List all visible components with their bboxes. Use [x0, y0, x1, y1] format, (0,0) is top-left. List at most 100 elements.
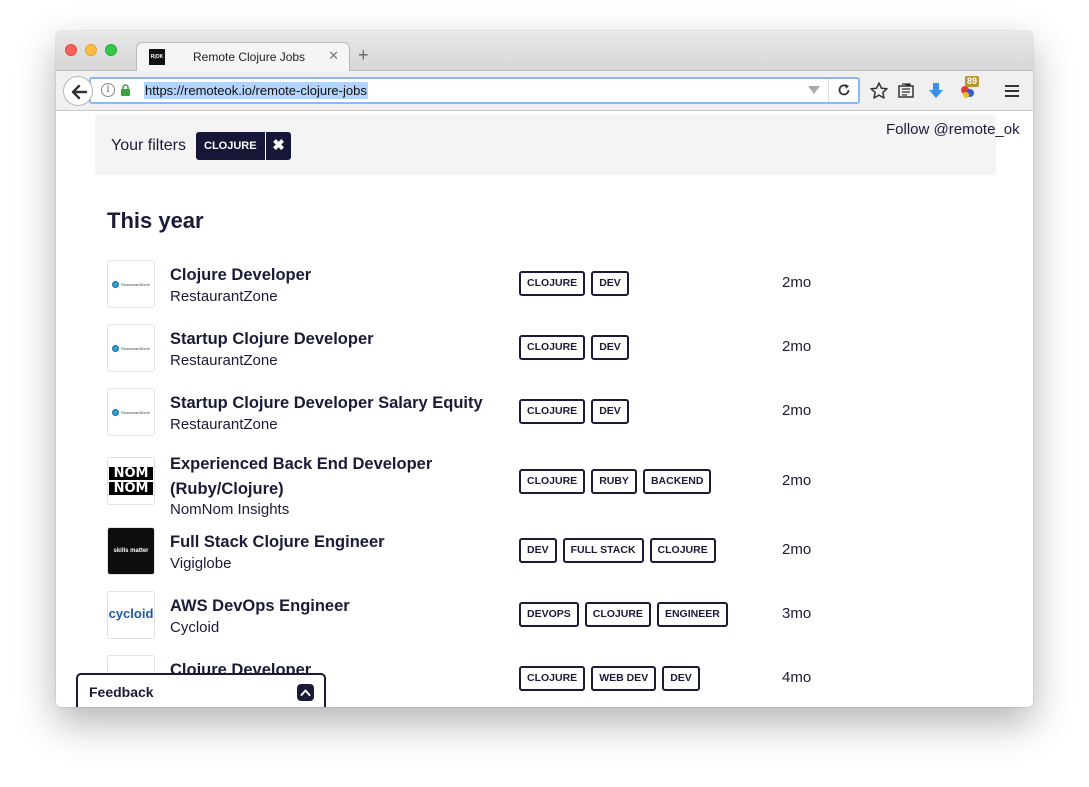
- job-title[interactable]: AWS DevOps Engineer: [170, 594, 500, 619]
- reload-button[interactable]: [828, 79, 858, 102]
- reload-icon: [838, 84, 850, 96]
- job-company[interactable]: RestaurantZone: [170, 352, 278, 369]
- window-close-button[interactable]: [65, 44, 77, 56]
- tag[interactable]: DEV: [519, 538, 557, 563]
- download-icon[interactable]: [926, 81, 946, 101]
- tag[interactable]: DEV: [662, 666, 700, 691]
- tag[interactable]: ENGINEER: [656, 602, 728, 627]
- window-minimize-button[interactable]: [85, 44, 97, 56]
- remove-filter-icon[interactable]: ✖: [266, 132, 291, 160]
- job-age: 2mo: [782, 402, 812, 419]
- job-title[interactable]: Experienced Back End Developer (Ruby/Clo…: [170, 452, 500, 502]
- logo-text: RestaurantZone: [121, 345, 150, 351]
- menu-hamburger-icon[interactable]: [1002, 81, 1022, 101]
- job-title[interactable]: Clojure Developer: [170, 263, 500, 288]
- job-tags: CLOJURE RUBY BACKEND: [519, 469, 712, 494]
- tag[interactable]: DEV: [591, 399, 629, 424]
- section-title: This year: [107, 208, 204, 233]
- job-row[interactable]: skills matter Full Stack Clojure Enginee…: [107, 527, 967, 587]
- tag[interactable]: CLOJURE: [519, 335, 586, 360]
- job-tags: DEV FULL STACK CLOJURE: [519, 538, 716, 563]
- job-age: 2mo: [782, 472, 812, 489]
- filters-bar: Your filters CLOJURE ✖: [95, 115, 996, 175]
- job-tags: DEVOPS CLOJURE ENGINEER: [519, 602, 728, 627]
- logo-text: RestaurantZone: [121, 281, 150, 287]
- restaurantzone-logo-icon: [112, 408, 120, 416]
- tag[interactable]: DEV: [591, 271, 629, 296]
- feedback-label: Feedback: [89, 684, 154, 700]
- tag[interactable]: DEVOPS: [519, 602, 579, 627]
- job-title[interactable]: Startup Clojure Developer: [170, 327, 500, 352]
- job-company[interactable]: RestaurantZone: [170, 416, 278, 433]
- job-company[interactable]: RestaurantZone: [170, 288, 278, 305]
- feedback-expand-button[interactable]: [297, 684, 314, 701]
- job-tags: CLOJURE WEB DEV DEV: [519, 666, 700, 691]
- job-age: 2mo: [782, 338, 812, 355]
- filters-label: Your filters: [111, 137, 186, 154]
- skills-matter-logo: skills matter: [108, 528, 154, 574]
- url-text[interactable]: https://remoteok.io/remote-clojure-jobs: [144, 82, 368, 99]
- url-bar[interactable]: i https://remoteok.io/remote-clojure-job…: [89, 77, 860, 104]
- info-icon[interactable]: i: [101, 83, 115, 97]
- logo-text: skills matter: [113, 548, 149, 554]
- cycloid-logo: cycloid: [108, 592, 154, 638]
- tab-strip: R|OK Remote Clojure Jobs ✕ +: [56, 31, 1033, 72]
- company-logo: RestaurantZone: [107, 260, 155, 308]
- logo-text: cycloid: [108, 605, 154, 621]
- job-title[interactable]: Startup Clojure Developer Salary Equity: [170, 391, 500, 416]
- tag[interactable]: CLOJURE: [519, 271, 586, 296]
- filter-chip-clojure[interactable]: CLOJURE: [196, 132, 265, 160]
- job-title[interactable]: Full Stack Clojure Engineer: [170, 530, 500, 555]
- job-row[interactable]: cycloid AWS DevOps Engineer Cycloid DEVO…: [107, 591, 967, 651]
- browser-tab[interactable]: R|OK Remote Clojure Jobs ✕: [136, 42, 350, 72]
- tab-favicon-icon: R|OK: [149, 49, 165, 65]
- job-tags: CLOJURE DEV: [519, 399, 629, 424]
- window-maximize-button[interactable]: [105, 44, 117, 56]
- company-logo: cycloid: [107, 591, 155, 639]
- tag[interactable]: BACKEND: [642, 469, 712, 494]
- tab-close-icon[interactable]: ✕: [328, 48, 339, 64]
- company-logo: RestaurantZone: [107, 324, 155, 372]
- job-age: 4mo: [782, 669, 812, 686]
- tag[interactable]: FULL STACK: [562, 538, 644, 563]
- browser-window: R|OK Remote Clojure Jobs ✕ + i https://r…: [56, 31, 1033, 707]
- job-company[interactable]: Cycloid: [170, 619, 219, 636]
- tab-title: Remote Clojure Jobs: [193, 50, 306, 64]
- job-row[interactable]: NOM NOM Experienced Back End Developer (R…: [107, 455, 967, 521]
- nav-toolbar: i https://remoteok.io/remote-clojure-job…: [56, 71, 1033, 111]
- job-company[interactable]: NomNom Insights: [170, 501, 289, 518]
- tag[interactable]: CLOJURE: [519, 469, 586, 494]
- url-dropdown-icon[interactable]: [808, 86, 820, 94]
- feedback-widget[interactable]: Feedback: [76, 673, 326, 707]
- job-row[interactable]: RestaurantZone Startup Clojure Developer…: [107, 324, 967, 384]
- nomnom-logo: NOM NOM: [108, 458, 154, 504]
- job-tags: CLOJURE DEV: [519, 271, 629, 296]
- tag[interactable]: CLOJURE: [519, 399, 586, 424]
- lock-icon: [121, 84, 130, 96]
- reading-list-icon[interactable]: [896, 81, 916, 101]
- tag[interactable]: CLOJURE: [584, 602, 651, 627]
- page-content: Your filters CLOJURE ✖ Follow @remote_ok…: [56, 112, 1033, 707]
- tag[interactable]: WEB DEV: [591, 666, 657, 691]
- chevron-up-icon: [300, 689, 311, 696]
- job-row[interactable]: RestaurantZone Clojure Developer Restaur…: [107, 260, 967, 320]
- job-company[interactable]: Vigiglobe: [170, 555, 231, 572]
- tag[interactable]: CLOJURE: [519, 666, 586, 691]
- bookmark-star-icon[interactable]: [869, 81, 889, 101]
- extension-badge: 89: [965, 76, 980, 87]
- tag[interactable]: RUBY: [591, 469, 637, 494]
- company-logo: skills matter: [107, 527, 155, 575]
- restaurantzone-logo-icon: [112, 344, 120, 352]
- job-tags: CLOJURE DEV: [519, 335, 629, 360]
- job-age: 2mo: [782, 541, 812, 558]
- back-button[interactable]: [63, 76, 93, 106]
- follow-link[interactable]: Follow @remote_ok: [886, 121, 1020, 138]
- job-row[interactable]: RestaurantZone Startup Clojure Developer…: [107, 388, 967, 448]
- tag[interactable]: DEV: [591, 335, 629, 360]
- back-arrow-icon: [71, 84, 88, 100]
- tag[interactable]: CLOJURE: [649, 538, 716, 563]
- new-tab-icon[interactable]: +: [358, 46, 369, 64]
- job-age: 3mo: [782, 605, 812, 622]
- logo-text: RestaurantZone: [121, 409, 150, 415]
- restaurantzone-logo-icon: [112, 280, 120, 288]
